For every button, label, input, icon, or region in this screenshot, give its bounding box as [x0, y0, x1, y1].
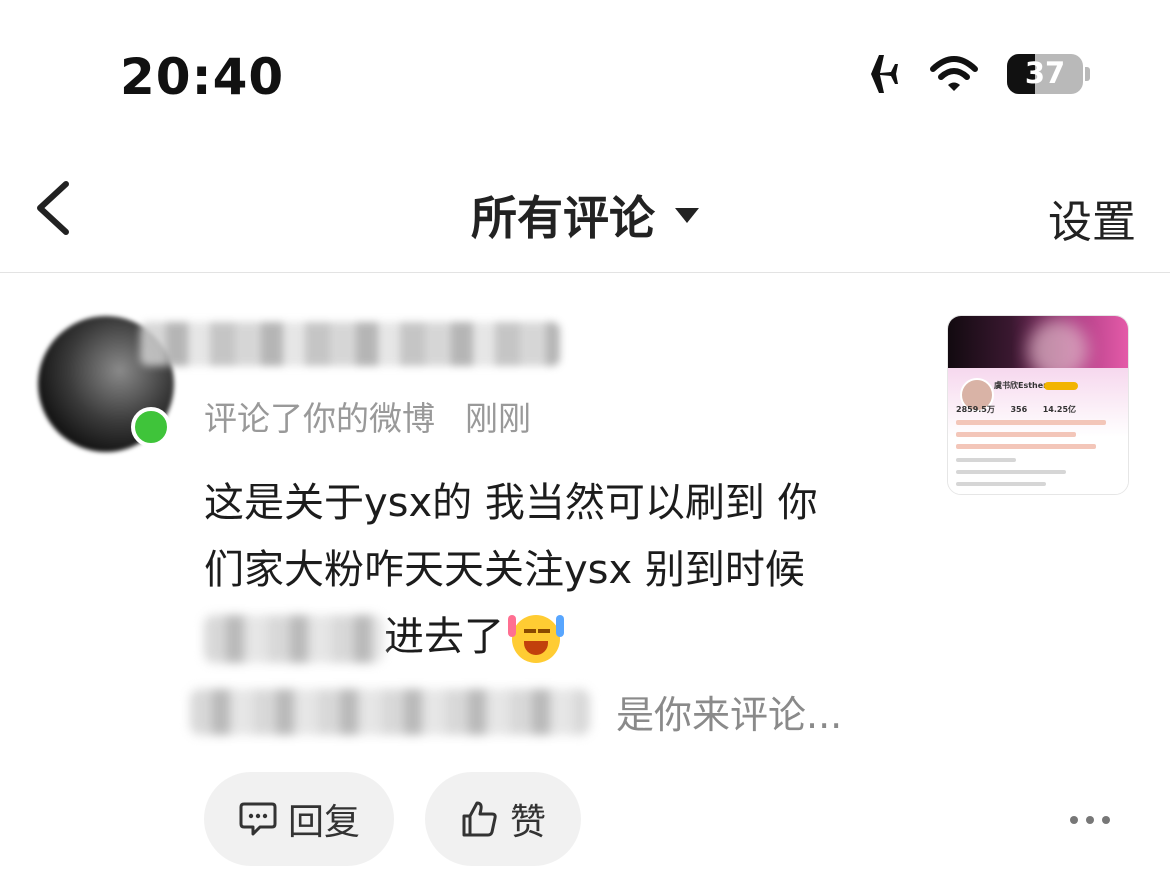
comment-line-3: 进去了 [204, 604, 904, 671]
username-redacted[interactable] [140, 322, 560, 366]
thumbnail-stat-1: 2859.5万 [956, 405, 995, 414]
more-icon[interactable] [1070, 800, 1110, 840]
title-selector[interactable]: 所有评论 [0, 182, 1170, 248]
thumbnail-stats: 2859.5万 356 14.25亿 [956, 404, 1076, 415]
comment-line-3-tail: 进去了 [384, 614, 504, 660]
status-icons: 37 [853, 52, 1090, 96]
settings-button[interactable]: 设置 [1048, 186, 1136, 250]
battery-icon: 37 [1007, 54, 1083, 94]
thumbs-up-icon [462, 801, 497, 837]
battery-level: 37 [1024, 56, 1066, 90]
status-time: 20:40 [120, 48, 285, 106]
comment-line-1: 这是关于ysx的 我当然可以刷到 你 [204, 480, 818, 526]
nav-bar: 所有评论 设置 [0, 150, 1170, 273]
thumbnail-detail-line [956, 432, 1076, 437]
laughing-emoji-icon [508, 611, 564, 667]
wifi-icon [930, 56, 978, 91]
page-title: 所有评论 [471, 191, 655, 245]
comment-line-2: 们家大粉咋天天关注ysx 别到时候 [204, 547, 805, 593]
thumbnail-stat-2: 356 [1010, 405, 1028, 414]
thumbnail-profile-name: 虞书欣Esther [994, 381, 1048, 390]
meta-action: 评论了你的微博 [204, 399, 435, 438]
thumbnail-detail-line [956, 444, 1096, 449]
online-status-dot [131, 407, 171, 447]
status-bar: 20:40 37 [0, 0, 1170, 150]
airplane-icon [855, 55, 898, 93]
thumbnail-detail-line [956, 482, 1046, 486]
like-button[interactable]: 赞 [425, 772, 581, 866]
redacted-quote [190, 688, 590, 735]
quoted-reply[interactable]: 是你来评论... [190, 684, 842, 739]
reply-icon [239, 802, 277, 836]
thumbnail-vip-badge-icon [1044, 382, 1078, 390]
redacted-text [204, 615, 384, 663]
comment-meta: 评论了你的微博 刚刚 [204, 392, 531, 440]
like-label: 赞 [509, 802, 546, 843]
weibo-thumbnail[interactable]: 虞书欣Esther 2859.5万 356 14.25亿 [947, 315, 1129, 495]
reply-label: 回复 [287, 802, 360, 843]
battery-tip [1085, 67, 1090, 81]
quote-tail: 是你来评论... [616, 693, 843, 737]
thumbnail-detail-line [956, 420, 1106, 425]
comment-body: 这是关于ysx的 我当然可以刷到 你 们家大粉咋天天关注ysx 别到时候 进去了 [204, 470, 904, 671]
thumbnail-profile-card: 虞书欣Esther 2859.5万 356 14.25亿 [948, 368, 1128, 494]
thumbnail-detail-line [956, 458, 1016, 462]
thumbnail-stat-3: 14.25亿 [1042, 405, 1077, 414]
reply-button[interactable]: 回复 [204, 772, 394, 866]
thumbnail-detail-line [956, 470, 1066, 474]
meta-time: 刚刚 [465, 399, 531, 438]
dropdown-caret-icon[interactable] [675, 207, 699, 223]
